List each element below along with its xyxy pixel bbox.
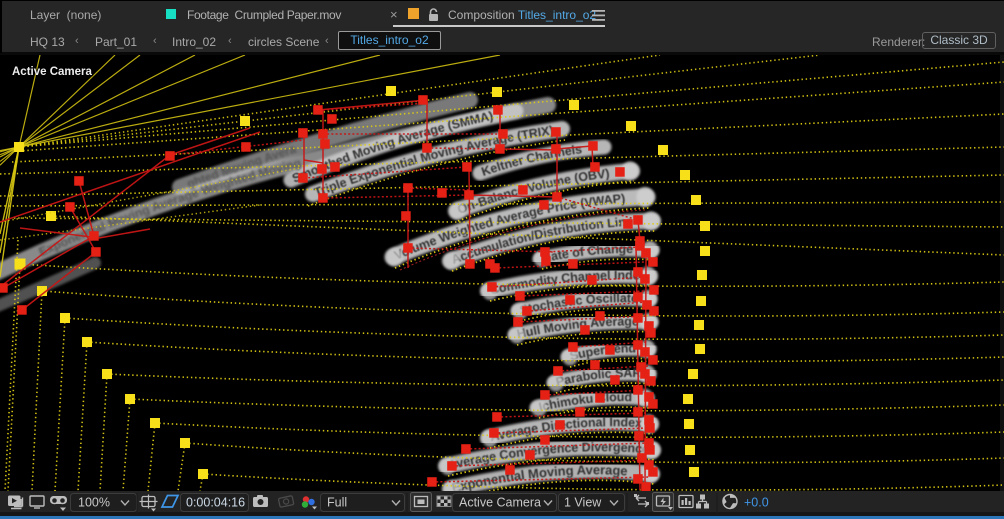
- svg-text:Full: Full: [327, 496, 347, 510]
- svg-text:+0.0: +0.0: [744, 496, 769, 510]
- svg-text:Active Camera: Active Camera: [459, 496, 541, 510]
- svg-text:1 View: 1 View: [564, 496, 602, 510]
- svg-text:100%: 100%: [78, 496, 110, 510]
- svg-text:0:00:04:16: 0:00:04:16: [186, 496, 245, 510]
